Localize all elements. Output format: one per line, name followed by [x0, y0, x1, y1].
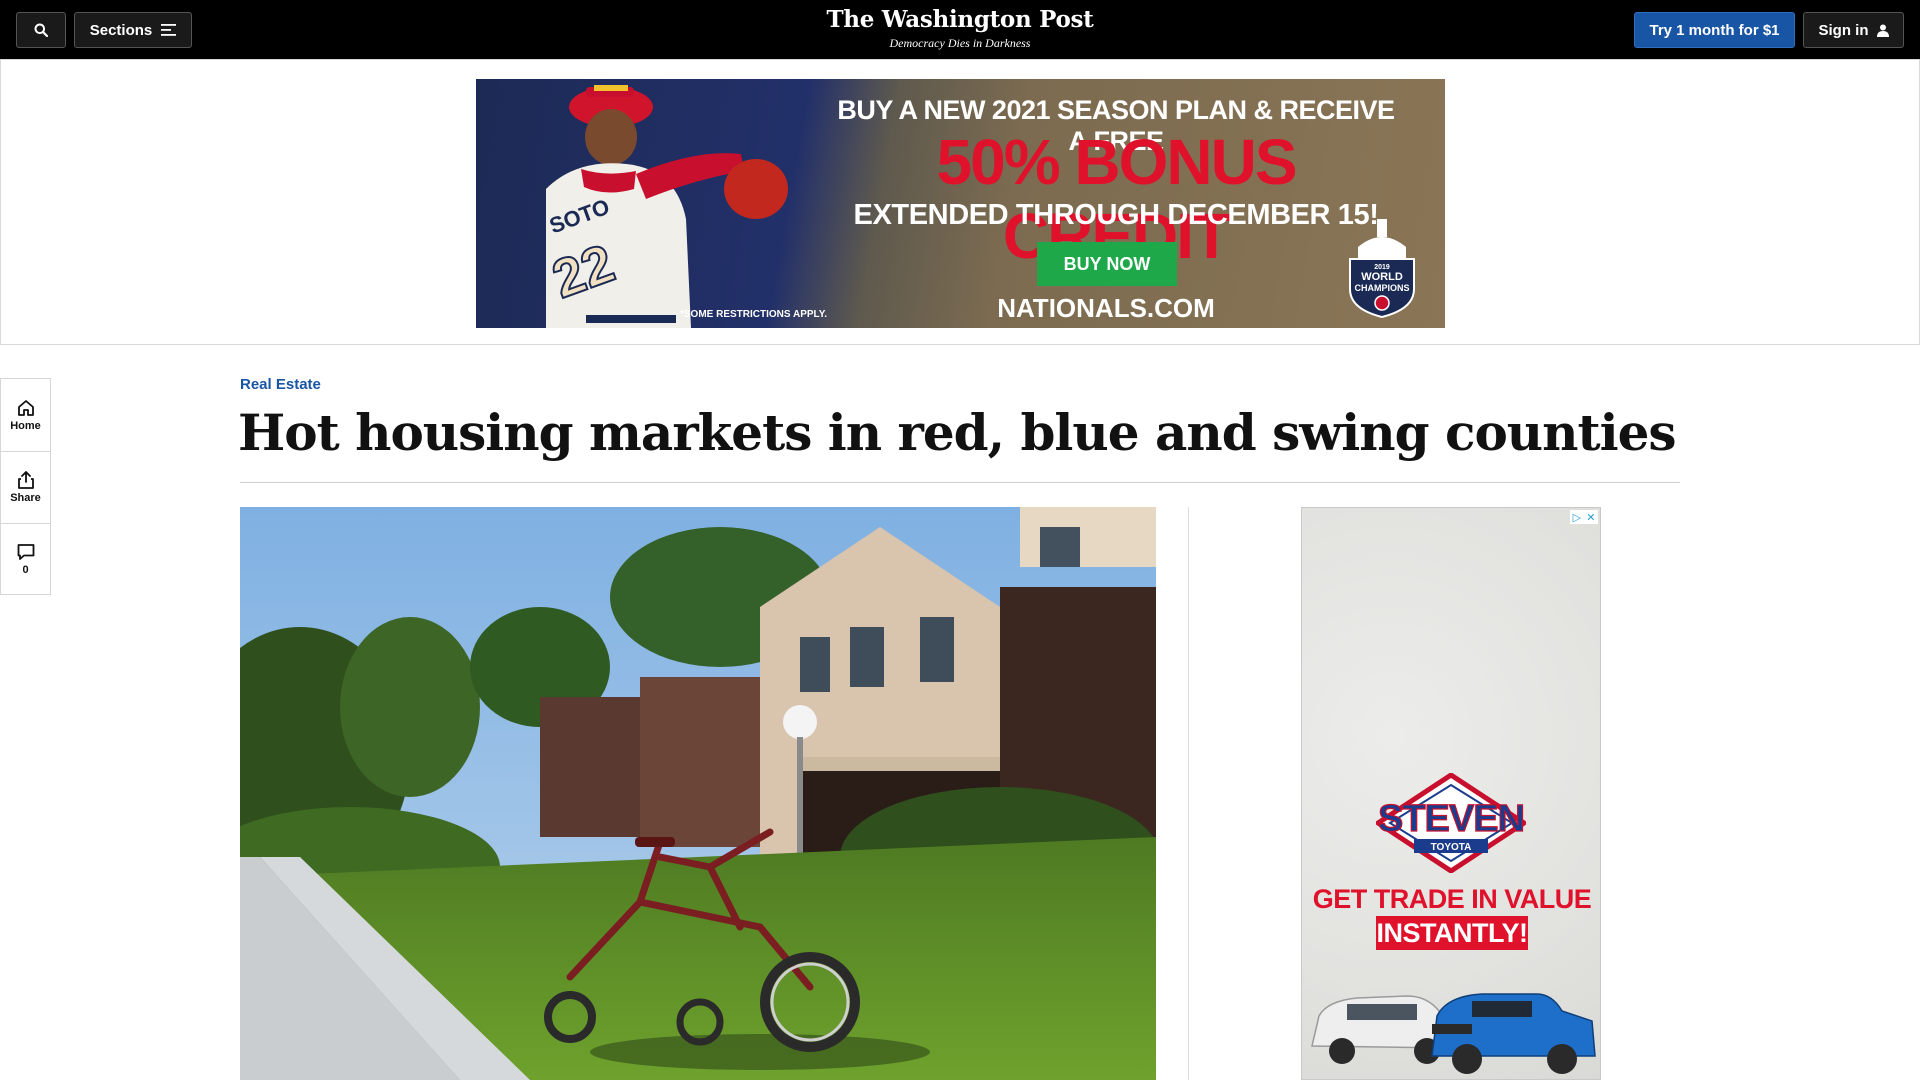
article-action-rail: Home Share 0 — [0, 378, 51, 595]
top-ad-container: SOTO 22 BUY A NEW 2021 SEASON PLAN & REC… — [0, 59, 1920, 345]
side-ad-toyota[interactable]: ▷ ✕ STEVEN TOYOTA GET TRADE IN VALUE INS… — [1301, 507, 1601, 1080]
share-label: Share — [10, 492, 41, 504]
masthead[interactable]: The Washington Post Democracy Dies in Da… — [760, 6, 1160, 50]
world-champions-badge: 2019 WORLD CHAMPIONS — [1349, 219, 1415, 319]
search-icon — [34, 23, 48, 37]
ad-brand-name: STEVEN — [1378, 798, 1524, 840]
lead-photo[interactable] — [240, 507, 1156, 1080]
ad-instantly-text: INSTANTLY! — [1376, 916, 1528, 950]
top-navigation-bar: Sections The Washington Post Democracy D… — [0, 0, 1920, 59]
trial-label: Try 1 month for $1 — [1649, 21, 1780, 39]
sections-label: Sections — [89, 21, 153, 39]
column-divider — [1188, 507, 1189, 1080]
ad-fine-print: *SOME RESTRICTIONS APPLY. — [680, 309, 828, 320]
menu-icon — [161, 24, 177, 36]
badge-line2: CHAMPIONS — [1354, 283, 1409, 293]
article-headline: Hot housing markets in red, blue and swi… — [238, 403, 1677, 462]
sign-in-label: Sign in — [1818, 21, 1869, 39]
sign-in-button[interactable]: Sign in — [1803, 12, 1904, 48]
home-icon — [17, 399, 34, 416]
tagline: Democracy Dies in Darkness — [889, 36, 1031, 50]
logo[interactable]: The Washington Post — [760, 6, 1160, 34]
home-label: Home — [10, 419, 41, 432]
tricycle-street-photo — [240, 507, 1156, 1080]
baseball-player-image: SOTO 22 — [544, 85, 788, 328]
close-icon[interactable]: ✕ — [1586, 511, 1595, 524]
comment-icon — [17, 544, 34, 560]
subscribe-trial-button[interactable]: Try 1 month for $1 — [1634, 12, 1795, 48]
home-button[interactable]: Home — [1, 379, 50, 451]
comments-button[interactable]: 0 — [1, 523, 50, 595]
cars-image — [1311, 993, 1596, 1074]
badge-line1: WORLD — [1361, 271, 1403, 283]
search-button[interactable] — [16, 12, 66, 48]
nationals-ad-banner[interactable]: SOTO 22 BUY A NEW 2021 SEASON PLAN & REC… — [476, 79, 1445, 328]
user-icon — [1876, 24, 1889, 37]
ad-choices-controls[interactable]: ▷ ✕ — [1570, 510, 1598, 524]
section-kicker[interactable]: Real Estate — [240, 376, 321, 393]
badge-year: 2019 — [1374, 264, 1390, 271]
ad-trade-in-text: GET TRADE IN VALUE — [1312, 884, 1592, 914]
buy-now-button[interactable]: BUY NOW — [1037, 242, 1177, 286]
share-icon — [17, 471, 34, 489]
share-button[interactable]: Share — [1, 451, 50, 523]
ad-sub-brand: TOYOTA — [1431, 842, 1472, 853]
headline-divider — [240, 482, 1680, 483]
steven-toyota-logo: STEVEN TOYOTA — [1376, 773, 1526, 873]
comments-count: 0 — [22, 564, 29, 576]
sections-button[interactable]: Sections — [74, 12, 192, 48]
ad-choices-icon[interactable]: ▷ — [1573, 511, 1581, 524]
ad-subline: EXTENDED THROUGH DECEMBER 15! — [853, 199, 1379, 231]
ad-site-text: NATIONALS.COM — [997, 293, 1215, 323]
